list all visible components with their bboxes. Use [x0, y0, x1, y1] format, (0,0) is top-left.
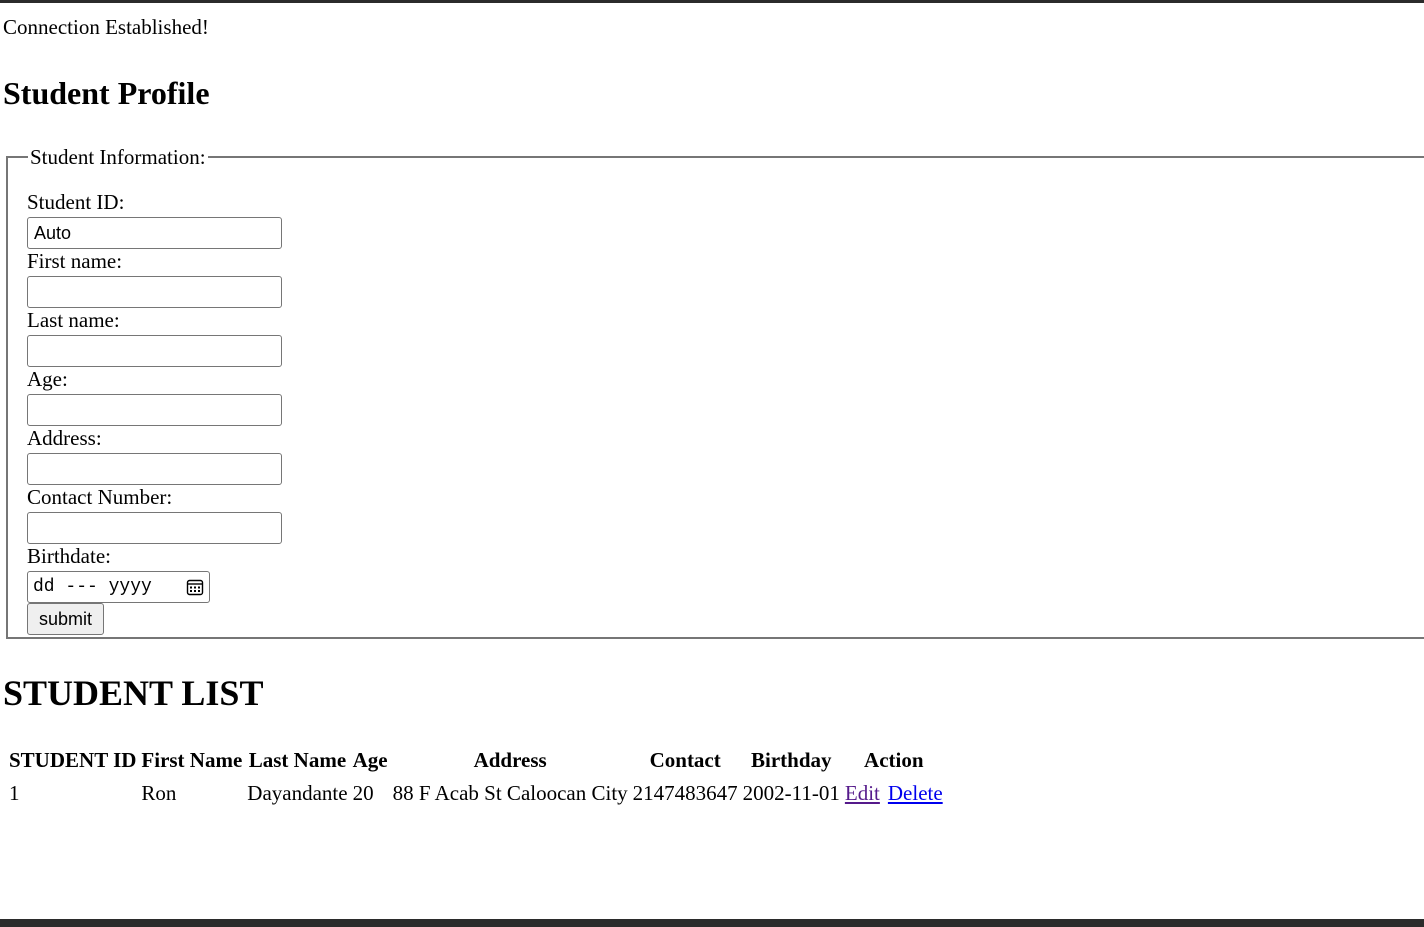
address-input[interactable] — [27, 453, 282, 485]
cell-last-name: Dayandante — [247, 781, 348, 805]
submit-button[interactable]: submit — [27, 603, 105, 635]
header-age: Age — [352, 748, 388, 772]
edit-link[interactable]: Edit — [845, 781, 880, 805]
cell-birthday: 2002-11-01 — [742, 781, 840, 805]
cell-student-id: 1 — [9, 781, 20, 805]
table-header-row: STUDENT ID First Name Last Name Age Addr… — [8, 744, 944, 777]
cell-age: 20 — [352, 781, 374, 805]
header-first-name: First Name — [141, 748, 243, 772]
connection-status: Connection Established! — [3, 15, 209, 39]
cell-first-name: Ron — [141, 781, 177, 805]
birthdate-placeholder: dd --- yyyy — [33, 577, 152, 597]
fieldset-legend: Student Information: — [30, 145, 206, 169]
first-name-input[interactable] — [27, 276, 282, 308]
page-title: Student Profile — [3, 75, 210, 111]
contact-number-label: Contact Number: — [27, 485, 173, 509]
delete-link[interactable]: Delete — [888, 781, 943, 805]
birthdate-label: Birthdate: — [27, 544, 111, 568]
cell-address: 88 F Acab St Caloocan City — [392, 781, 628, 805]
student-id-input[interactable] — [27, 217, 282, 249]
student-list-title: STUDENT LIST — [3, 673, 264, 713]
age-label: Age: — [27, 367, 68, 391]
header-address: Address — [473, 748, 547, 772]
calendar-icon[interactable] — [186, 578, 204, 596]
student-information-fieldset: Student Information: Student ID: First n… — [6, 146, 1424, 639]
header-contact: Contact — [649, 748, 721, 772]
last-name-input[interactable] — [27, 335, 282, 367]
header-birthday: Birthday — [751, 748, 832, 772]
birthdate-input[interactable]: dd --- yyyy — [27, 571, 210, 603]
student-table: STUDENT ID First Name Last Name Age Addr… — [5, 744, 947, 810]
last-name-label: Last name: — [27, 308, 120, 332]
student-form: Student ID: First name: Last name: Age: … — [27, 190, 282, 635]
header-student-id: STUDENT ID — [9, 748, 137, 772]
student-id-label: Student ID: — [27, 190, 125, 214]
header-action: Action — [864, 748, 924, 772]
table-row: 1 Ron Dayandante 20 88 F Acab St Calooca… — [8, 777, 944, 810]
contact-number-input[interactable] — [27, 512, 282, 544]
header-last-name: Last Name — [248, 748, 347, 772]
first-name-label: First name: — [27, 249, 123, 273]
address-label: Address: — [27, 426, 102, 450]
window-bottom-border — [0, 919, 1424, 927]
cell-contact: 2147483647 — [632, 781, 738, 805]
window-top-border — [0, 0, 1424, 3]
age-input[interactable] — [27, 394, 282, 426]
cell-action: Edit Delete — [844, 777, 944, 810]
